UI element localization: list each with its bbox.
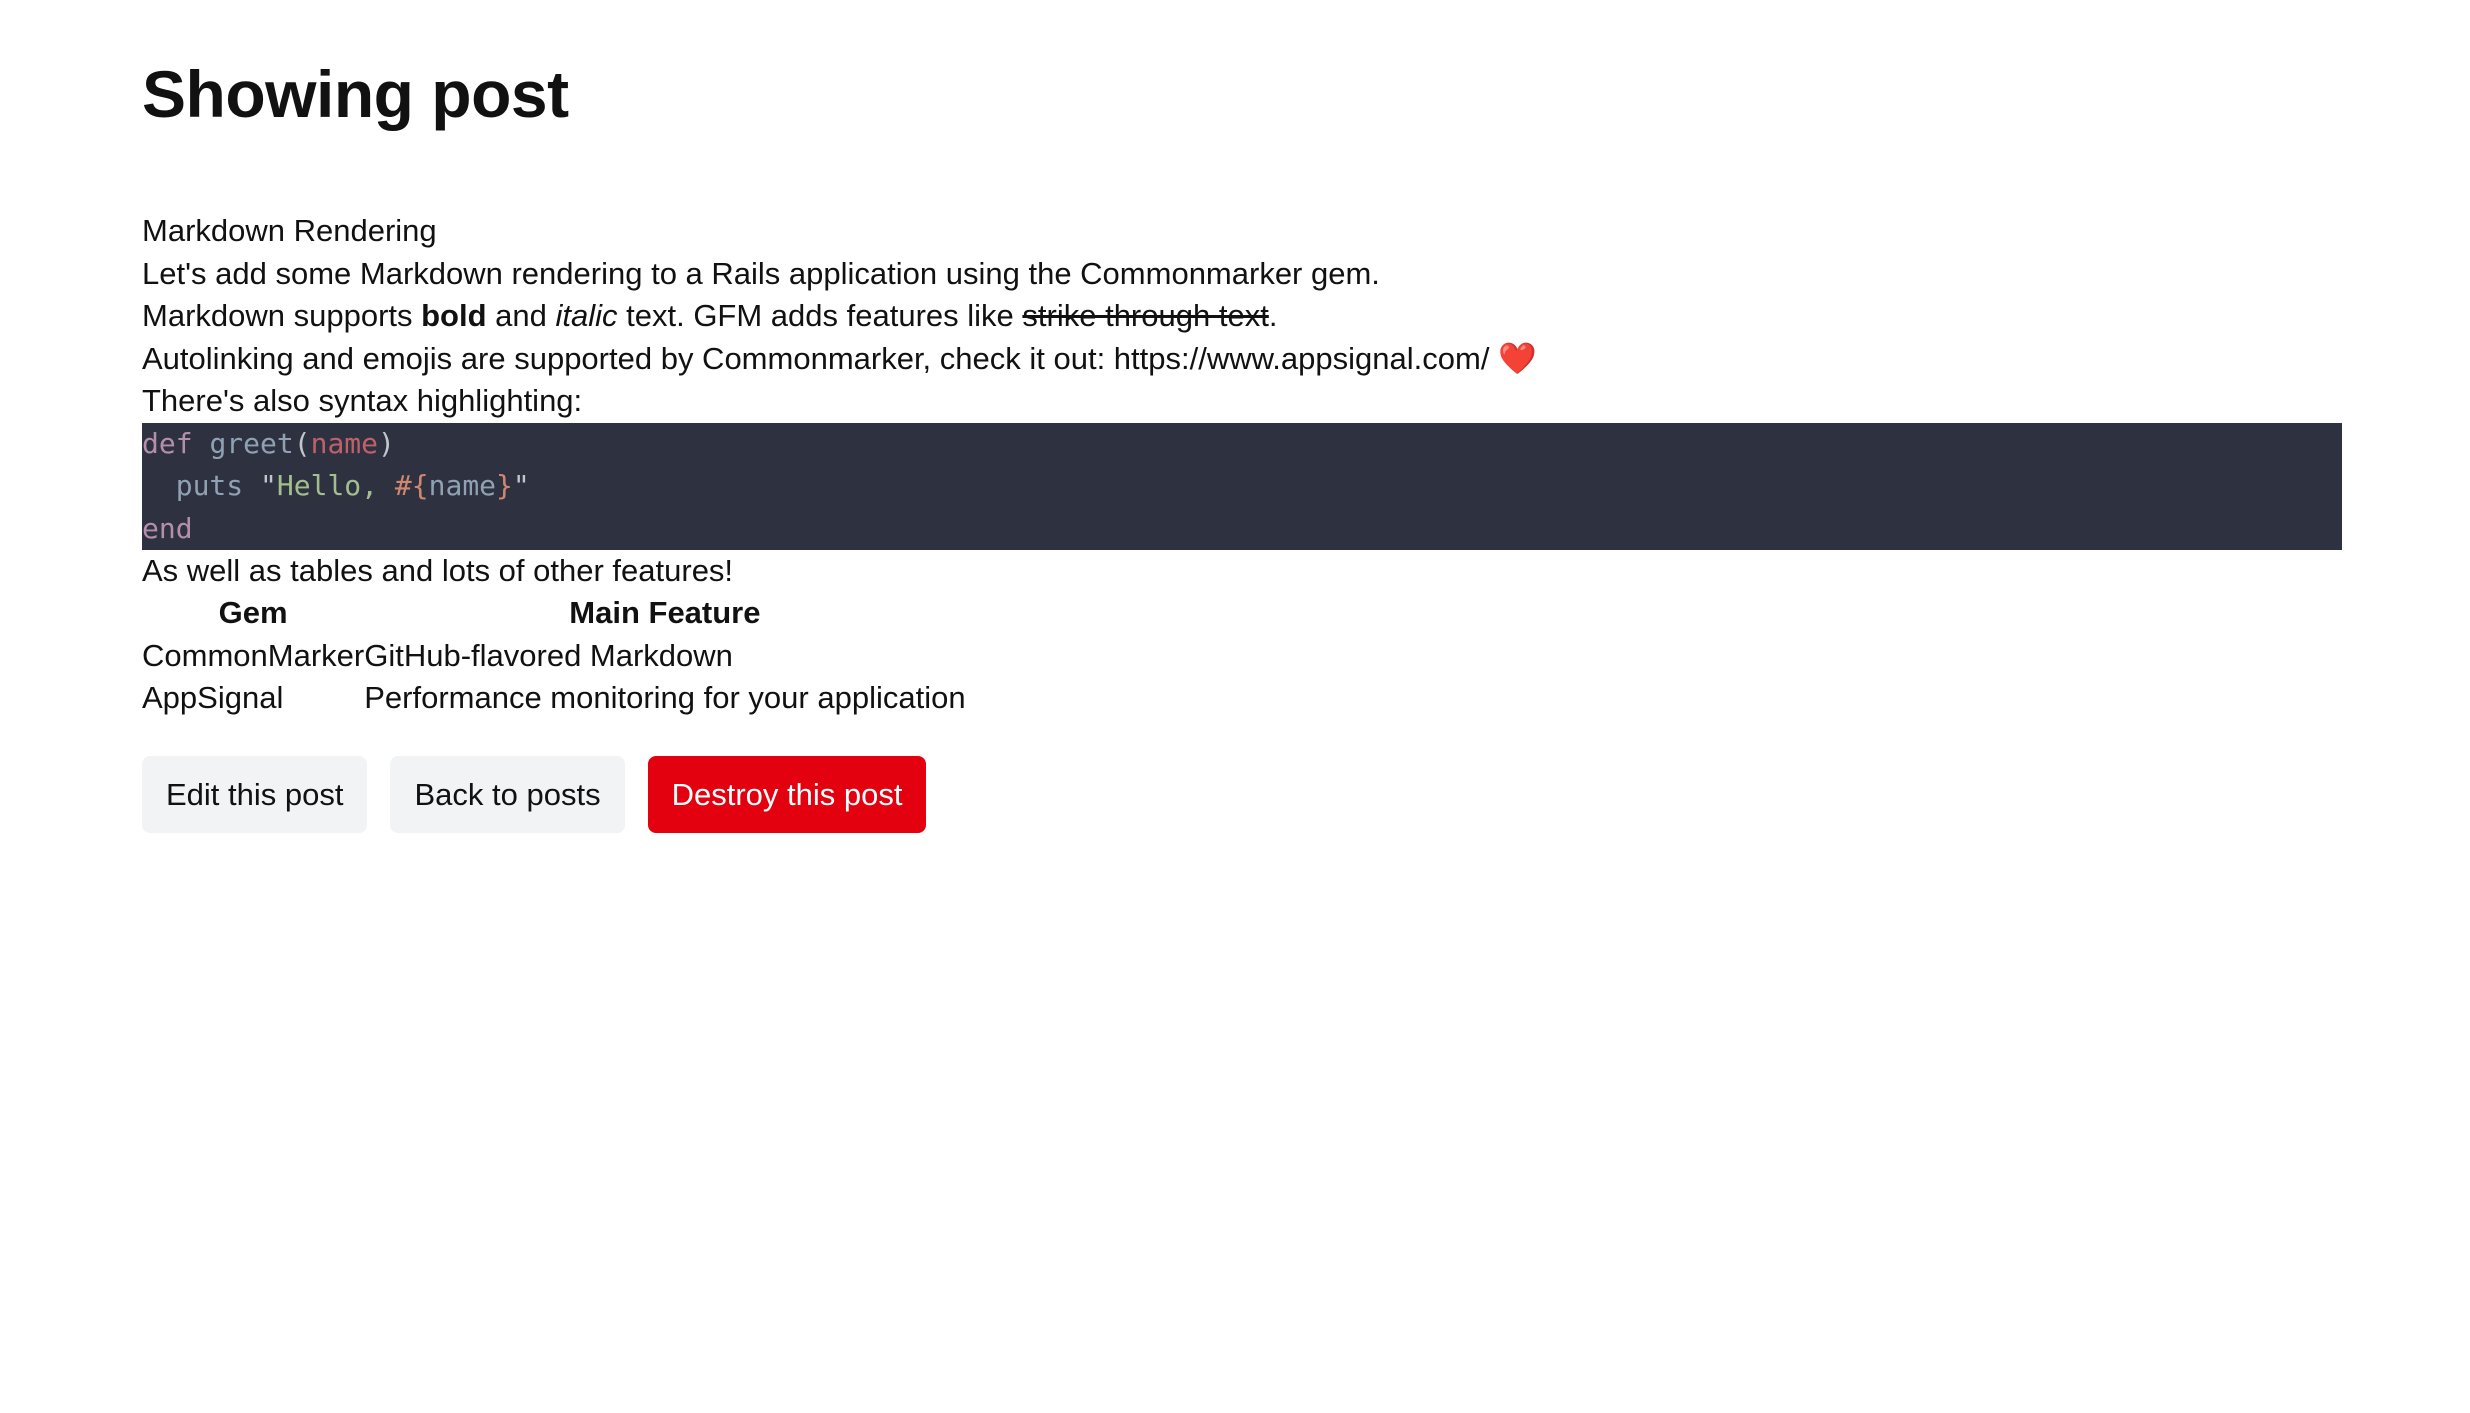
edit-post-button[interactable]: Edit this post: [142, 755, 368, 833]
code-interp-open: #{: [394, 469, 429, 502]
table-header-gem: Gem: [218, 595, 288, 630]
table-header-row: Gem Main Feature: [142, 592, 966, 635]
autolink-text: Autolinking and emojis are supported by …: [142, 340, 1499, 376]
code-string: Hello,: [276, 469, 395, 502]
table-header-main-feature: Main Feature: [569, 595, 761, 630]
code-keyword: end: [142, 511, 193, 545]
code-quote: ": [512, 469, 530, 502]
strikethrough-text: strike through text: [1022, 298, 1269, 333]
code-punct: ): [378, 426, 395, 460]
back-to-posts-button[interactable]: Back to posts: [390, 755, 625, 833]
code-function: greet: [209, 426, 294, 460]
post-line-autolink: Autolinking and emojis are supported by …: [142, 338, 2342, 381]
text-segment: Markdown supports: [142, 298, 422, 333]
page-title: Showing post: [142, 57, 569, 131]
table-cell: GitHub-flavored Markdown: [364, 637, 733, 673]
table-cell: CommonMarker: [142, 637, 365, 673]
table-cell: AppSignal: [142, 680, 284, 715]
code-variable: name: [428, 469, 497, 502]
italic-text: italic: [555, 298, 618, 333]
text-segment: text. GFM adds features like: [617, 298, 1023, 333]
post-intro: Let's add some Markdown rendering to a R…: [142, 255, 1380, 291]
code-argument: name: [310, 426, 379, 460]
gems-table: Gem Main Feature CommonMarker GitHub-fla…: [142, 592, 966, 720]
code-block: def greet(name) puts "Hello, #{name}" en…: [142, 422, 2342, 550]
code-quote: ": [260, 469, 277, 502]
post-line-formatting: Markdown supports bold and italic text. …: [142, 295, 2342, 338]
destroy-post-button[interactable]: Destroy this post: [647, 755, 927, 833]
post-line-syntax: There's also syntax highlighting:: [142, 383, 583, 418]
table-cell: Performance monitoring for your applicat…: [364, 680, 966, 715]
text-segment: and: [486, 298, 556, 333]
text-segment: .: [1268, 298, 1278, 333]
code-keyword: def: [142, 426, 193, 460]
post-actions: Edit this post Back to posts Destroy thi…: [142, 755, 2342, 833]
post-line-tables: As well as tables and lots of other feat…: [142, 552, 734, 588]
post-heading: Markdown Rendering: [142, 213, 437, 248]
code-interp-close: }: [496, 469, 513, 502]
post-body: Markdown Rendering Let's add some Markdo…: [142, 210, 2342, 720]
heart-emoji-icon: ❤️: [1498, 340, 1537, 377]
code-function: puts: [175, 469, 244, 502]
table-row: CommonMarker GitHub-flavored Markdown: [142, 635, 966, 678]
table-row: AppSignal Performance monitoring for you…: [142, 677, 966, 720]
post-show-page: Showing post Markdown Rendering Let's ad…: [142, 48, 2342, 833]
bold-text: bold: [421, 298, 487, 333]
code-punct: (: [293, 426, 311, 460]
